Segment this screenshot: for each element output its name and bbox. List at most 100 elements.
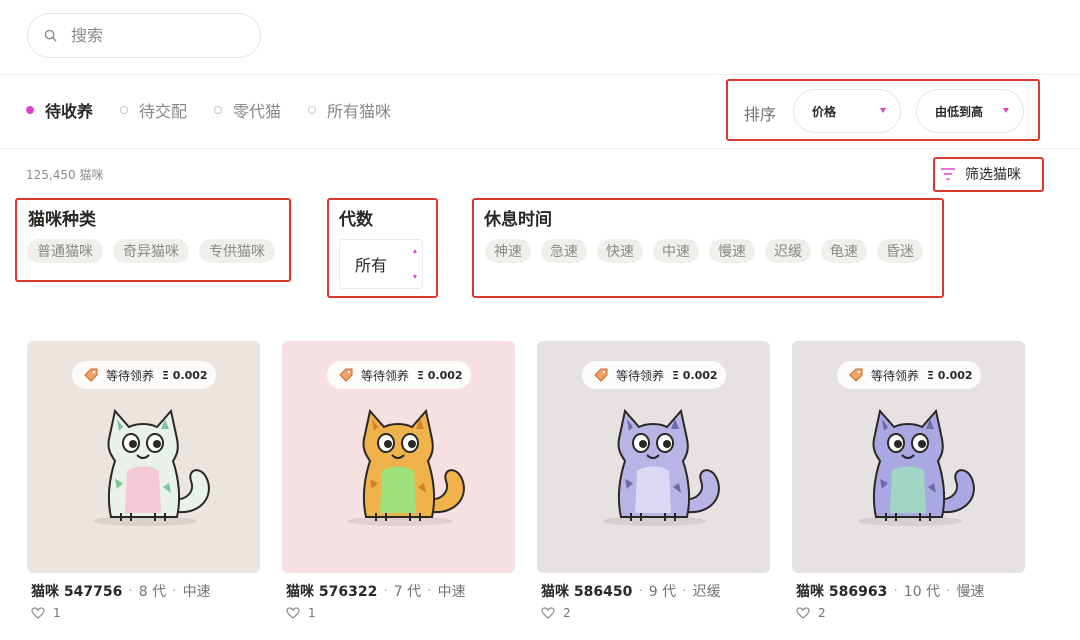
badge-label: 等待领养 [106,368,155,383]
generation-value: 所有 [355,256,388,275]
filter-button-label: 筛选猫咪 [965,167,1021,183]
cooldown-filter-title: 休息时间 [484,210,552,230]
sort-order-value: 由低到高 [935,104,984,119]
separator: · [893,583,898,599]
separator: · [946,583,951,599]
tab-for-adoption[interactable]: 待收养 [26,98,93,122]
caret-down-icon [880,108,886,113]
price-value: Ξ 0.002 [927,368,973,382]
sort-field-value: 价格 [812,104,837,119]
cat-cooldown: 迟缓 [692,584,721,600]
tab-gen-zero[interactable]: 零代猫 [214,98,281,122]
generation-select[interactable]: 所有 [339,239,423,289]
cat-cooldown: 慢速 [956,584,985,600]
tab-label: 待交配 [139,102,188,121]
cooldown-chip[interactable]: 迟缓 [765,239,811,263]
breed-chip-exclusive[interactable]: 专供猫咪 [199,239,275,263]
cat-meta: 猫咪 586450 · 9 代 · 迟缓 [541,581,770,601]
cat-image-panel: 等待领养 Ξ 0.002 [792,341,1025,573]
price-value: Ξ 0.002 [417,368,463,382]
breed-chip-normal[interactable]: 普通猫咪 [27,239,103,263]
cat-name: 猫咪 576322 [286,584,378,600]
heart-icon [541,607,555,619]
cat-name: 猫咪 586963 [796,584,888,600]
tab-label: 所有猫咪 [327,102,392,121]
sort-order-select[interactable]: 由低到高 [916,89,1024,133]
cat-name: 猫咪 586450 [541,584,633,600]
cat-illustration [603,408,720,526]
heart-icon [286,607,300,619]
cat-meta: 猫咪 576322 · 7 代 · 中速 [286,581,515,601]
tab-label: 待收养 [45,102,94,121]
cat-cooldown: 中速 [437,584,466,600]
active-dot-icon [26,106,34,114]
cat-cooldown: 中速 [182,584,211,600]
generation-filter-title: 代数 [339,210,373,230]
cat-card[interactable]: 等待领养 Ξ 0.002 猫咪 586450 · 9 代 · 迟缓 2 [537,341,770,620]
like-count: 2 [818,606,826,620]
spin-up-icon[interactable] [413,249,417,253]
filter-cats-button[interactable]: 筛选猫咪 [940,164,1021,184]
cooldown-chip[interactable]: 快速 [597,239,643,263]
cooldown-chip[interactable]: 急速 [541,239,587,263]
likes[interactable]: 1 [286,606,515,620]
breed-chip-exotic[interactable]: 奇异猫咪 [113,239,189,263]
cooldown-chip[interactable]: 中速 [653,239,699,263]
cat-image-panel: 等待领养 Ξ 0.002 [537,341,770,573]
tab-siring[interactable]: 待交配 [120,98,187,122]
badge-label: 等待领养 [361,368,410,383]
cooldown-chip[interactable]: 慢速 [709,239,755,263]
cat-card[interactable]: 等待领养 Ξ 0.002 猫咪 586963 · 10 代 · 慢速 2 [792,341,1025,620]
likes[interactable]: 1 [31,606,260,620]
cat-card[interactable]: 等待领养 Ξ 0.002 猫咪 547756 · 8 代 · 中速 1 [27,341,260,620]
separator: · [383,583,388,599]
separator: · [427,583,432,599]
cat-meta: 猫咪 586963 · 10 代 · 慢速 [796,581,1025,601]
spin-down-icon[interactable] [413,275,417,279]
price-tag-icon [84,368,98,382]
cat-image-panel: 等待领养 Ξ 0.002 [27,341,260,573]
filter-icon [941,168,955,180]
search-input[interactable] [71,26,231,45]
breed-filter-title: 猫咪种类 [28,210,96,230]
cooldown-chip[interactable]: 昏迷 [877,239,923,263]
search-bar[interactable] [27,13,261,58]
badge-label: 等待领养 [871,368,920,383]
likes[interactable]: 2 [796,606,1025,620]
price-tag-icon [594,368,608,382]
caret-down-icon [1003,108,1009,113]
dot-icon [214,106,223,114]
cat-meta: 猫咪 547756 · 8 代 · 中速 [31,581,260,601]
likes[interactable]: 2 [541,606,770,620]
dot-icon [308,106,317,114]
cat-generation: 10 代 [903,584,941,600]
cat-generation: 8 代 [138,584,167,600]
price-badge: 等待领养 Ξ 0.002 [327,361,471,389]
separator: · [128,583,133,599]
sort-label: 排序 [744,105,777,124]
tab-bar: 待收养 待交配 零代猫 所有猫咪 [26,98,418,122]
cat-card[interactable]: 等待领养 Ξ 0.002 猫咪 576322 · 7 代 · 中速 1 [282,341,515,620]
like-count: 2 [563,606,571,620]
separator: · [638,583,643,599]
search-icon [44,29,57,42]
header-divider [0,74,1080,75]
sort-field-select[interactable]: 价格 [793,89,901,133]
heart-icon [31,607,45,619]
price-tag-icon [339,368,353,382]
tab-label: 零代猫 [233,102,282,121]
price-value: Ξ 0.002 [672,368,718,382]
price-tag-icon [849,368,863,382]
cat-name: 猫咪 547756 [31,584,123,600]
cooldown-chip[interactable]: 龟速 [821,239,867,263]
cooldown-chip[interactable]: 神速 [485,239,531,263]
separator: · [172,583,177,599]
cat-illustration [858,408,975,526]
tab-all-cats[interactable]: 所有猫咪 [308,98,391,122]
result-count: 125,450 猫咪 [26,168,104,182]
section-divider [0,148,1080,149]
separator: · [682,583,687,599]
cat-illustration [93,408,210,526]
heart-icon [796,607,810,619]
badge-label: 等待领养 [616,368,665,383]
